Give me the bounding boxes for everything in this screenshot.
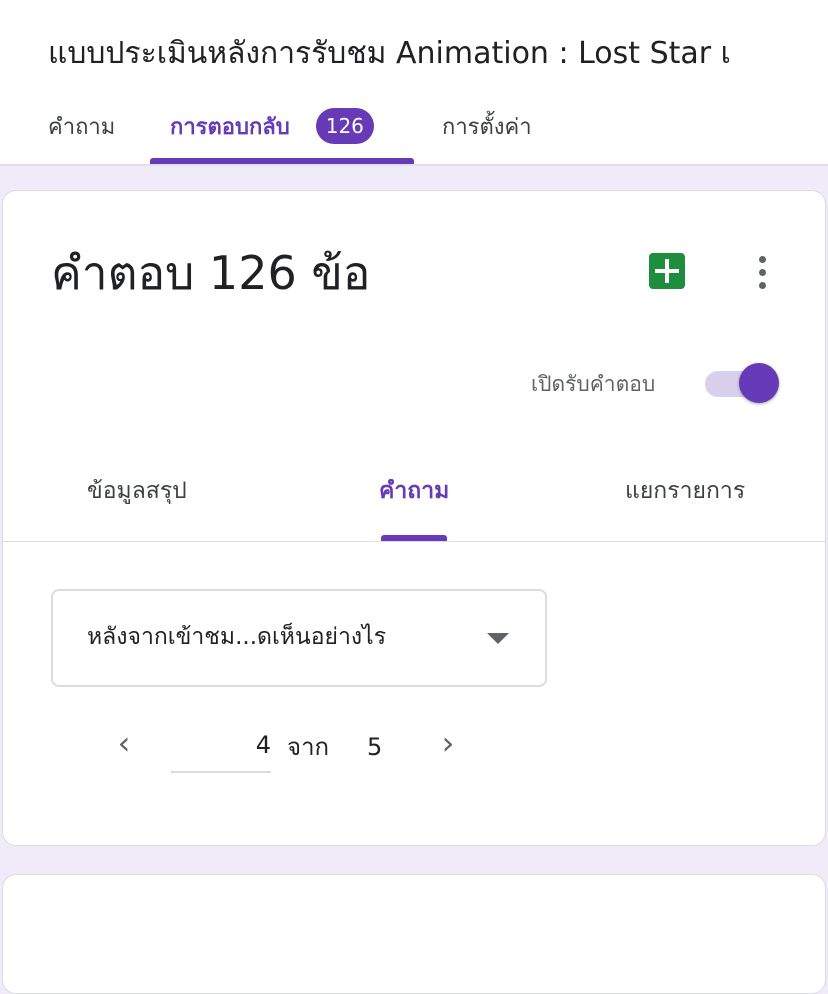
active-subtab-indicator <box>381 535 447 541</box>
page-total: 5 <box>367 733 383 761</box>
active-tab-indicator <box>150 158 414 164</box>
subtab-summary-label: ข้อมูลสรุป <box>87 478 187 504</box>
accepting-responses-label: เปิดรับคำตอบ <box>531 372 656 396</box>
main-tabs: คำถาม การตอบกลับ 126 การตั้งค่า <box>0 104 828 164</box>
subtab-question[interactable]: คำถาม <box>379 471 449 511</box>
question-select[interactable]: หลังจากเข้าชม...ดเห็นอย่างไร <box>51 589 547 687</box>
more-vert-icon[interactable] <box>751 253 775 291</box>
chevron-right-icon[interactable]: › <box>433 723 463 763</box>
response-view-tabs: ข้อมูลสรุป คำถาม แยกรายการ <box>3 459 825 542</box>
subtab-question-label: คำถาม <box>379 478 450 504</box>
responses-count-title: คำตอบ 126 ข้อ <box>51 246 371 300</box>
toggle-knob[interactable] <box>739 363 779 403</box>
kebab-dot <box>759 256 766 263</box>
tab-responses[interactable]: การตอบกลับ 126 <box>170 104 374 164</box>
question-select-value: หลังจากเข้าชม...ดเห็นอย่างไร <box>87 624 387 650</box>
subtab-individual-label: แยกรายการ <box>625 478 746 504</box>
question-responses-card <box>2 874 826 994</box>
tab-questions-label: คำถาม <box>48 115 116 140</box>
app-header: แบบประเมินหลังการรับชม Animation : Lost … <box>0 0 828 166</box>
tab-questions[interactable]: คำถาม <box>48 104 115 164</box>
subtab-summary[interactable]: ข้อมูลสรุป <box>87 471 187 511</box>
chevron-left-icon[interactable]: ‹ <box>109 723 139 763</box>
subtab-individual[interactable]: แยกรายการ <box>625 471 745 511</box>
responses-card: คำตอบ 126 ข้อ เปิดรับคำตอบ ข้อมูลสรุป คำ… <box>2 190 826 846</box>
kebab-dot <box>759 282 766 289</box>
page-number-input[interactable]: 4 <box>171 725 271 773</box>
tab-settings-label: การตั้งค่า <box>442 115 532 140</box>
kebab-dot <box>759 269 766 276</box>
responses-count-badge: 126 <box>315 108 374 144</box>
tab-settings[interactable]: การตั้งค่า <box>442 104 532 164</box>
dropdown-arrow-icon <box>487 633 509 644</box>
tab-responses-label: การตอบกลับ <box>170 115 290 140</box>
page-of-label: จาก <box>287 733 330 761</box>
google-sheets-icon[interactable] <box>649 253 685 289</box>
form-title: แบบประเมินหลังการรับชม Animation : Lost … <box>48 36 731 71</box>
